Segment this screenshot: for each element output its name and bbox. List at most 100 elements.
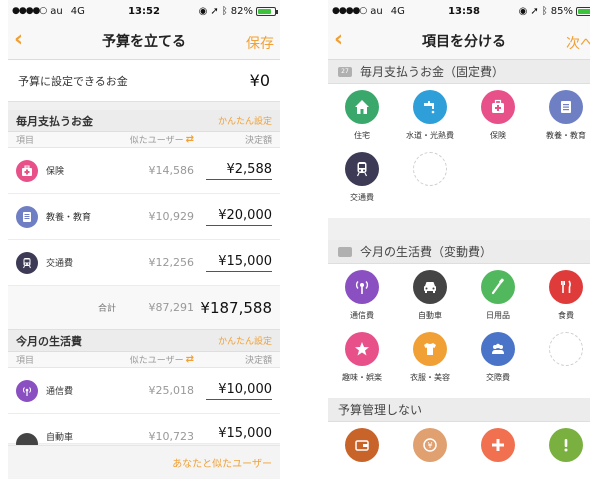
first-aid-icon [16, 159, 38, 182]
category-unmanaged-4[interactable] [532, 428, 590, 479]
category-label: 水道・光熱費 [406, 131, 454, 140]
category-label: 通信費 [350, 311, 374, 320]
category-label: 交通費 [350, 193, 374, 202]
exclamation-icon [549, 428, 583, 462]
category-transport[interactable]: 交通費 [328, 152, 396, 214]
variable-cost-grid: 通信費 自動車 日用品 食費 趣味・娯楽 衣服・美容 交際費 [328, 264, 590, 398]
swap-icon[interactable]: ⇄ [186, 354, 194, 365]
row-amount-input[interactable]: ¥2,588 [206, 162, 272, 180]
category-daily-goods[interactable]: 日用品 [464, 270, 532, 332]
save-button[interactable]: 保存 [246, 33, 274, 53]
section-title: 今月の生活費（変動費） [360, 245, 493, 259]
back-button[interactable]: ‹ [14, 28, 23, 52]
table-row[interactable]: 通信費 ¥25,018 ¥10,000 [8, 368, 280, 414]
next-button[interactable]: 次へ [566, 33, 590, 53]
section-header-living: 今月の生活費 かんたん設定 [8, 330, 280, 352]
book-icon [16, 205, 38, 228]
similar-users-link[interactable]: あなたと似たユーザー [8, 445, 280, 479]
fixed-cost-grid: 住宅 水道・光熱費 保険 教養・教育 交通費 [328, 84, 590, 218]
category-hobby[interactable]: 趣味・娯楽 [328, 332, 396, 394]
location-icon: ➚ [210, 5, 219, 17]
row-similar: ¥14,586 [148, 164, 195, 177]
variable-cost-header: 今月の生活費（変動費） [328, 240, 590, 264]
plus-icon [481, 428, 515, 462]
row-amount-input[interactable]: ¥20,000 [206, 208, 272, 226]
back-button[interactable]: ‹ [334, 28, 343, 52]
row-label: 自動車 [46, 433, 74, 443]
section-title: 予算管理しない [338, 403, 423, 417]
section-title: 今月の生活費 [16, 334, 82, 348]
category-unmanaged-1[interactable] [328, 428, 396, 479]
category-insurance[interactable]: 保険 [464, 90, 532, 152]
table-row[interactable]: 交通費 ¥12,256 ¥15,000 [8, 240, 280, 286]
unmanaged-grid: ¥ [328, 422, 590, 479]
signal-icon [345, 270, 379, 304]
category-utilities[interactable]: 水道・光熱費 [396, 90, 464, 152]
star-icon [345, 332, 379, 366]
available-budget-row: 予算に設定できるお金 ¥0 [8, 60, 280, 102]
category-label: 日用品 [486, 311, 510, 320]
row-similar: ¥10,929 [148, 210, 195, 223]
table-row[interactable]: 自動車 ¥10,723 ¥15,000 [8, 414, 280, 455]
table-row[interactable]: 教養・教育 ¥10,929 ¥20,000 [8, 194, 280, 240]
col-item: 項目 [16, 356, 35, 366]
swap-icon[interactable]: ⇄ [186, 134, 194, 145]
category-label: 住宅 [354, 131, 370, 140]
category-unmanaged-2[interactable]: ¥ [396, 428, 464, 479]
add-category-slot[interactable] [396, 152, 464, 214]
category-food[interactable]: 食費 [532, 270, 590, 332]
easy-setup-link[interactable]: かんたん設定 [218, 114, 272, 127]
fixed-cost-header: 27 毎月支払うお金（固定費） [328, 60, 590, 84]
category-label: 食費 [558, 311, 574, 320]
available-budget-label: 予算に設定できるお金 [18, 74, 128, 88]
category-housing[interactable]: 住宅 [328, 90, 396, 152]
category-social[interactable]: 交際費 [464, 332, 532, 394]
carrier-label: au [370, 5, 383, 17]
col-similar: 似たユーザー [129, 136, 184, 146]
table-row[interactable]: 保険 ¥14,586 ¥2,588 [8, 148, 280, 194]
network-label: 4G [70, 5, 85, 17]
total-row: 合計 ¥87,291 ¥187,588 [8, 286, 280, 330]
row-amount-input[interactable]: ¥15,000 [206, 426, 272, 443]
category-label: 趣味・娯楽 [342, 373, 382, 382]
row-label: 教養・教育 [46, 213, 92, 223]
row-similar: ¥25,018 [148, 384, 195, 397]
row-similar: ¥12,256 [148, 256, 195, 269]
battery-percent: 85% [550, 5, 573, 17]
bluetooth-icon: ᛒ [541, 5, 548, 17]
battery-percent: 82% [230, 5, 253, 17]
toothbrush-icon [481, 270, 515, 304]
train-icon [345, 152, 379, 186]
house-icon [345, 90, 379, 124]
category-clothing[interactable]: 衣服・美容 [396, 332, 464, 394]
svg-text:¥: ¥ [427, 441, 432, 450]
category-unmanaged-3[interactable] [464, 428, 532, 479]
section-title: 毎月支払うお金（固定費） [360, 65, 505, 79]
row-amount-input[interactable]: ¥15,000 [206, 254, 272, 272]
book-icon [549, 90, 583, 124]
signal-dots-icon: ●●●●○ [12, 6, 47, 16]
col-similar: 似たユーザー [129, 356, 184, 366]
row-label: 通信費 [46, 387, 74, 397]
total-label: 合計 [97, 304, 116, 314]
category-communication[interactable]: 通信費 [328, 270, 396, 332]
section-header-monthly: 毎月支払うお金 かんたん設定 [8, 110, 280, 132]
signal-dots-icon: ●●●●○ [332, 6, 367, 16]
row-amount-input[interactable]: ¥10,000 [206, 382, 272, 400]
category-education[interactable]: 教養・教育 [532, 90, 590, 152]
column-header: 項目 似たユーザー ⇄ 決定額 [8, 132, 280, 148]
col-amount: 決定額 [244, 356, 272, 366]
network-label: 4G [390, 5, 405, 17]
section-title: 毎月支払うお金 [16, 114, 93, 128]
row-label: 交通費 [46, 259, 74, 269]
nav-bar: ‹ 項目を分ける 次へ [328, 22, 590, 60]
battery-icon [256, 6, 278, 16]
add-category-slot[interactable] [532, 332, 590, 394]
empty-slot-icon [549, 332, 583, 366]
yen-coin-icon: ¥ [413, 428, 447, 462]
category-car[interactable]: 自動車 [396, 270, 464, 332]
total-amount: ¥187,588 [200, 298, 272, 317]
category-label: 教養・教育 [546, 131, 586, 140]
column-header: 項目 似たユーザー ⇄ 決定額 [8, 352, 280, 368]
easy-setup-link[interactable]: かんたん設定 [218, 334, 272, 347]
